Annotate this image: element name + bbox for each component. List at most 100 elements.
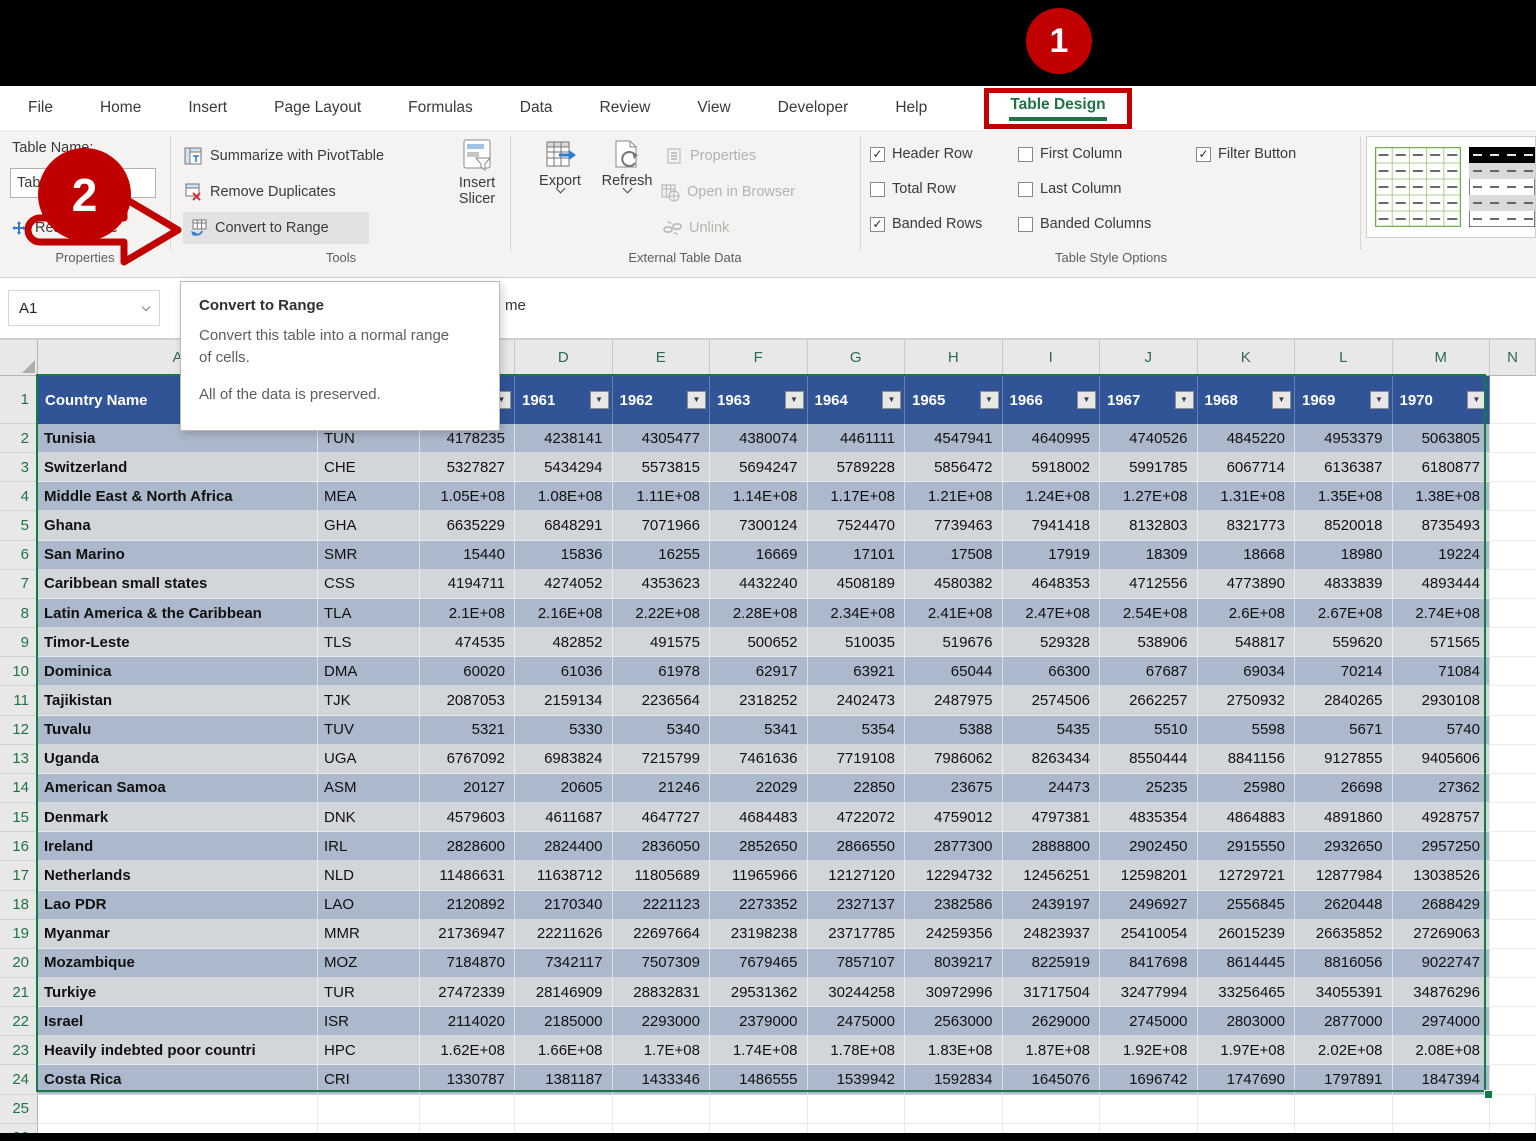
cell-A6[interactable]: San Marino (38, 541, 318, 570)
summarize-pivottable-button[interactable]: Summarize with PivotTable (183, 140, 384, 172)
menu-tab-formulas[interactable]: Formulas (408, 99, 473, 117)
checkbox-box[interactable]: ✓ (870, 147, 885, 162)
cell-C24[interactable]: 1330787 (420, 1065, 515, 1094)
cell-E17[interactable]: 11805689 (613, 861, 711, 890)
cell-M14[interactable]: 27362 (1393, 774, 1491, 803)
row-header-1[interactable]: 1 (0, 376, 38, 424)
row-header-8[interactable]: 8 (0, 599, 38, 628)
cell-D10[interactable]: 61036 (515, 657, 613, 686)
cell-G18[interactable]: 2327137 (808, 891, 906, 920)
cell-G5[interactable]: 7524470 (808, 511, 906, 540)
cell-E22[interactable]: 2293000 (613, 1007, 711, 1036)
cell-N24[interactable] (1490, 1065, 1536, 1094)
cell-B8[interactable]: TLA (318, 599, 420, 628)
cell-I18[interactable]: 2439197 (1003, 891, 1101, 920)
cell-H17[interactable]: 12294732 (905, 861, 1003, 890)
row-header-3[interactable]: 3 (0, 453, 38, 482)
cell-I13[interactable]: 8263434 (1003, 745, 1101, 774)
cell-J4[interactable]: 1.27E+08 (1100, 482, 1198, 511)
cell-L11[interactable]: 2840265 (1295, 686, 1393, 715)
cell-I2[interactable]: 4640995 (1003, 424, 1101, 453)
cell-H10[interactable]: 65044 (905, 657, 1003, 686)
column-header-F[interactable]: F (710, 340, 808, 376)
menu-tab-developer[interactable]: Developer (778, 99, 849, 117)
cell-M22[interactable]: 2974000 (1393, 1007, 1491, 1036)
menu-tab-review[interactable]: Review (600, 99, 651, 117)
cell-F23[interactable]: 1.74E+08 (710, 1036, 808, 1065)
cell-N1[interactable] (1490, 376, 1536, 424)
cell-A11[interactable]: Tajikistan (38, 686, 318, 715)
cell-K26[interactable] (1198, 1124, 1296, 1133)
cell-I8[interactable]: 2.47E+08 (1003, 599, 1101, 628)
cell-A23[interactable]: Heavily indebted poor countri (38, 1036, 318, 1065)
cell-N22[interactable] (1490, 1007, 1536, 1036)
cell-J18[interactable]: 2496927 (1100, 891, 1198, 920)
cell-F2[interactable]: 4380074 (710, 424, 808, 453)
cell-F6[interactable]: 16669 (710, 541, 808, 570)
cell-B17[interactable]: NLD (318, 861, 420, 890)
cell-N25[interactable] (1490, 1095, 1536, 1124)
cell-N18[interactable] (1490, 891, 1536, 920)
cell-L16[interactable]: 2932650 (1295, 832, 1393, 861)
cell-E15[interactable]: 4647727 (613, 803, 711, 832)
cell-H6[interactable]: 17508 (905, 541, 1003, 570)
row-header-21[interactable]: 21 (0, 978, 38, 1007)
row-header-7[interactable]: 7 (0, 570, 38, 599)
cell-J24[interactable]: 1696742 (1100, 1065, 1198, 1094)
row-header-15[interactable]: 15 (0, 803, 38, 832)
cell-I10[interactable]: 66300 (1003, 657, 1101, 686)
cell-M8[interactable]: 2.74E+08 (1393, 599, 1491, 628)
cell-C15[interactable]: 4579603 (420, 803, 515, 832)
row-header-18[interactable]: 18 (0, 891, 38, 920)
cell-K16[interactable]: 2915550 (1198, 832, 1296, 861)
column-header-M[interactable]: M (1393, 340, 1491, 376)
menu-tab-data[interactable]: Data (520, 99, 553, 117)
cell-N12[interactable] (1490, 716, 1536, 745)
cell-J17[interactable]: 12598201 (1100, 861, 1198, 890)
checkbox-banded-columns[interactable]: Banded Columns (1018, 214, 1151, 234)
cell-D22[interactable]: 2185000 (515, 1007, 613, 1036)
cell-G19[interactable]: 23717785 (808, 920, 906, 949)
cell-H25[interactable] (905, 1095, 1003, 1124)
cell-C23[interactable]: 1.62E+08 (420, 1036, 515, 1065)
cell-F26[interactable] (710, 1124, 808, 1133)
cell-L13[interactable]: 9127855 (1295, 745, 1393, 774)
cell-F9[interactable]: 500652 (710, 628, 808, 657)
row-header-9[interactable]: 9 (0, 628, 38, 657)
cell-I23[interactable]: 1.87E+08 (1003, 1036, 1101, 1065)
cell-M5[interactable]: 8735493 (1393, 511, 1491, 540)
cell-K25[interactable] (1198, 1095, 1296, 1124)
cell-F11[interactable]: 2318252 (710, 686, 808, 715)
cell-L20[interactable]: 8816056 (1295, 949, 1393, 978)
cell-N7[interactable] (1490, 570, 1536, 599)
cell-D11[interactable]: 2159134 (515, 686, 613, 715)
cell-A12[interactable]: Tuvalu (38, 716, 318, 745)
row-header-2[interactable]: 2 (0, 424, 38, 453)
cell-J16[interactable]: 2902450 (1100, 832, 1198, 861)
cell-K15[interactable]: 4864883 (1198, 803, 1296, 832)
cell-E18[interactable]: 2221123 (613, 891, 711, 920)
column-header-G[interactable]: G (808, 340, 906, 376)
cell-H8[interactable]: 2.41E+08 (905, 599, 1003, 628)
cell-I5[interactable]: 7941418 (1003, 511, 1101, 540)
cell-G12[interactable]: 5354 (808, 716, 906, 745)
cell-N21[interactable] (1490, 978, 1536, 1007)
cell-B25[interactable] (318, 1095, 420, 1124)
cell-C19[interactable]: 21736947 (420, 920, 515, 949)
cell-K8[interactable]: 2.6E+08 (1198, 599, 1296, 628)
cell-J3[interactable]: 5991785 (1100, 453, 1198, 482)
cell-H22[interactable]: 2563000 (905, 1007, 1003, 1036)
cell-A9[interactable]: Timor-Leste (38, 628, 318, 657)
cell-G17[interactable]: 12127120 (808, 861, 906, 890)
cell-I3[interactable]: 5918002 (1003, 453, 1101, 482)
cell-A19[interactable]: Myanmar (38, 920, 318, 949)
cell-J9[interactable]: 538906 (1100, 628, 1198, 657)
cell-E2[interactable]: 4305477 (613, 424, 711, 453)
cell-L24[interactable]: 1797891 (1295, 1065, 1393, 1094)
cell-C6[interactable]: 15440 (420, 541, 515, 570)
cell-K10[interactable]: 69034 (1198, 657, 1296, 686)
cell-B20[interactable]: MOZ (318, 949, 420, 978)
cell-C25[interactable] (420, 1095, 515, 1124)
cell-K6[interactable]: 18668 (1198, 541, 1296, 570)
cell-N11[interactable] (1490, 686, 1536, 715)
